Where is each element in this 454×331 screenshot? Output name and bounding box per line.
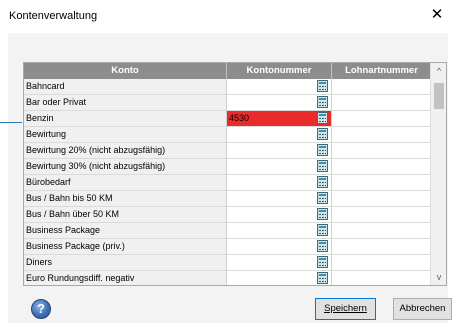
column-header-kontonummer[interactable]: Kontonummer [227, 63, 332, 79]
kontonummer-input[interactable] [227, 127, 332, 142]
lohnartnummer-input[interactable] [332, 79, 431, 94]
lohnartnummer-input[interactable] [332, 175, 431, 190]
account-lookup-icon[interactable] [317, 160, 328, 172]
kontonummer-input[interactable] [227, 143, 332, 158]
scroll-down-icon[interactable]: v [431, 269, 446, 285]
table-row[interactable]: Bahncard [24, 79, 431, 95]
save-button[interactable]: Speichern [315, 298, 376, 320]
konto-cell[interactable]: Bus / Bahn über 50 KM [24, 207, 227, 222]
kontonummer-input[interactable] [227, 207, 332, 222]
account-lookup-icon[interactable] [317, 240, 328, 252]
konto-cell[interactable]: Benzin [24, 111, 227, 126]
focus-indicator-line [0, 122, 22, 123]
kontonummer-input[interactable]: 4530 [227, 111, 332, 126]
column-header-konto[interactable]: Konto [24, 63, 227, 79]
table-row[interactable]: Bus / Bahn bis 50 KM [24, 191, 431, 207]
table-row[interactable]: Benzin 4530 [24, 111, 431, 127]
account-lookup-icon[interactable] [317, 128, 328, 140]
table-row[interactable]: Bar oder Privat [24, 95, 431, 111]
konto-cell[interactable]: Bürobedarf [24, 175, 227, 190]
lohnartnummer-input[interactable] [332, 271, 431, 285]
kontonummer-value: 4530 [229, 113, 250, 123]
close-icon[interactable]: ✕ [428, 6, 446, 24]
account-lookup-icon[interactable] [317, 224, 328, 236]
cancel-button[interactable]: Abbrechen [393, 298, 452, 320]
lohnartnummer-input[interactable] [332, 255, 431, 270]
table-row[interactable]: Business Package (priv.) [24, 239, 431, 255]
table-row[interactable]: Bus / Bahn über 50 KM [24, 207, 431, 223]
table-row[interactable]: Bewirtung [24, 127, 431, 143]
table-row[interactable]: Business Package [24, 223, 431, 239]
accounts-grid: Konto Kontonummer Lohnartnummer Bahncard… [23, 62, 447, 286]
vertical-scrollbar[interactable]: ^ v [430, 63, 446, 285]
account-lookup-icon[interactable] [317, 96, 328, 108]
account-lookup-icon[interactable] [317, 208, 328, 220]
table-row[interactable]: Bewirtung 30% (nicht abzugsfähig) [24, 159, 431, 175]
table-row[interactable]: Euro Rundungsdiff. negativ [24, 271, 431, 285]
konto-cell[interactable]: Bahncard [24, 79, 227, 94]
scroll-thumb[interactable] [434, 83, 444, 109]
lohnartnummer-input[interactable] [332, 223, 431, 238]
title-bar: Kontenverwaltung ✕ [0, 0, 454, 31]
konto-cell[interactable]: Bewirtung [24, 127, 227, 142]
konto-cell[interactable]: Euro Rundungsdiff. negativ [24, 271, 227, 285]
scroll-up-icon[interactable]: ^ [431, 63, 446, 79]
account-lookup-icon[interactable] [317, 80, 328, 92]
grid-rows: Bahncard Bar oder Privat Benzin 4530 Bewirtu… [24, 79, 431, 285]
kontonummer-input[interactable] [227, 271, 332, 285]
konto-cell[interactable]: Bewirtung 30% (nicht abzugsfähig) [24, 159, 227, 174]
window-title: Kontenverwaltung [9, 10, 98, 22]
lohnartnummer-input[interactable] [332, 207, 431, 222]
kontonummer-input[interactable] [227, 95, 332, 110]
account-lookup-icon[interactable] [317, 256, 328, 268]
column-header-lohnartnummer[interactable]: Lohnartnummer [332, 63, 431, 79]
save-button-label: Speichern [324, 303, 367, 314]
kontonummer-input[interactable] [227, 159, 332, 174]
konto-cell[interactable]: Business Package (priv.) [24, 239, 227, 254]
lohnartnummer-input[interactable] [332, 127, 431, 142]
kontonummer-input[interactable] [227, 175, 332, 190]
kontonummer-input[interactable] [227, 223, 332, 238]
lohnartnummer-input[interactable] [332, 239, 431, 254]
konto-cell[interactable]: Bewirtung 20% (nicht abzugsfähig) [24, 143, 227, 158]
kontonummer-input[interactable] [227, 79, 332, 94]
table-row[interactable]: Bewirtung 20% (nicht abzugsfähig) [24, 143, 431, 159]
konto-cell[interactable]: Business Package [24, 223, 227, 238]
account-lookup-icon[interactable] [317, 112, 328, 124]
konto-cell[interactable]: Bus / Bahn bis 50 KM [24, 191, 227, 206]
account-lookup-icon[interactable] [317, 192, 328, 204]
lohnartnummer-input[interactable] [332, 143, 431, 158]
lohnartnummer-input[interactable] [332, 191, 431, 206]
grid-header: Konto Kontonummer Lohnartnummer [24, 63, 431, 79]
kontonummer-input[interactable] [227, 239, 332, 254]
table-row[interactable]: Bürobedarf [24, 175, 431, 191]
kontonummer-input[interactable] [227, 191, 332, 206]
table-row[interactable]: Diners [24, 255, 431, 271]
account-lookup-icon[interactable] [317, 176, 328, 188]
konto-cell[interactable]: Bar oder Privat [24, 95, 227, 110]
help-icon[interactable]: ? [31, 299, 51, 319]
lohnartnummer-input[interactable] [332, 159, 431, 174]
lohnartnummer-input[interactable] [332, 95, 431, 110]
kontonummer-input[interactable] [227, 255, 332, 270]
lohnartnummer-input[interactable] [332, 111, 431, 126]
account-lookup-icon[interactable] [317, 272, 328, 284]
account-lookup-icon[interactable] [317, 144, 328, 156]
konto-cell[interactable]: Diners [24, 255, 227, 270]
